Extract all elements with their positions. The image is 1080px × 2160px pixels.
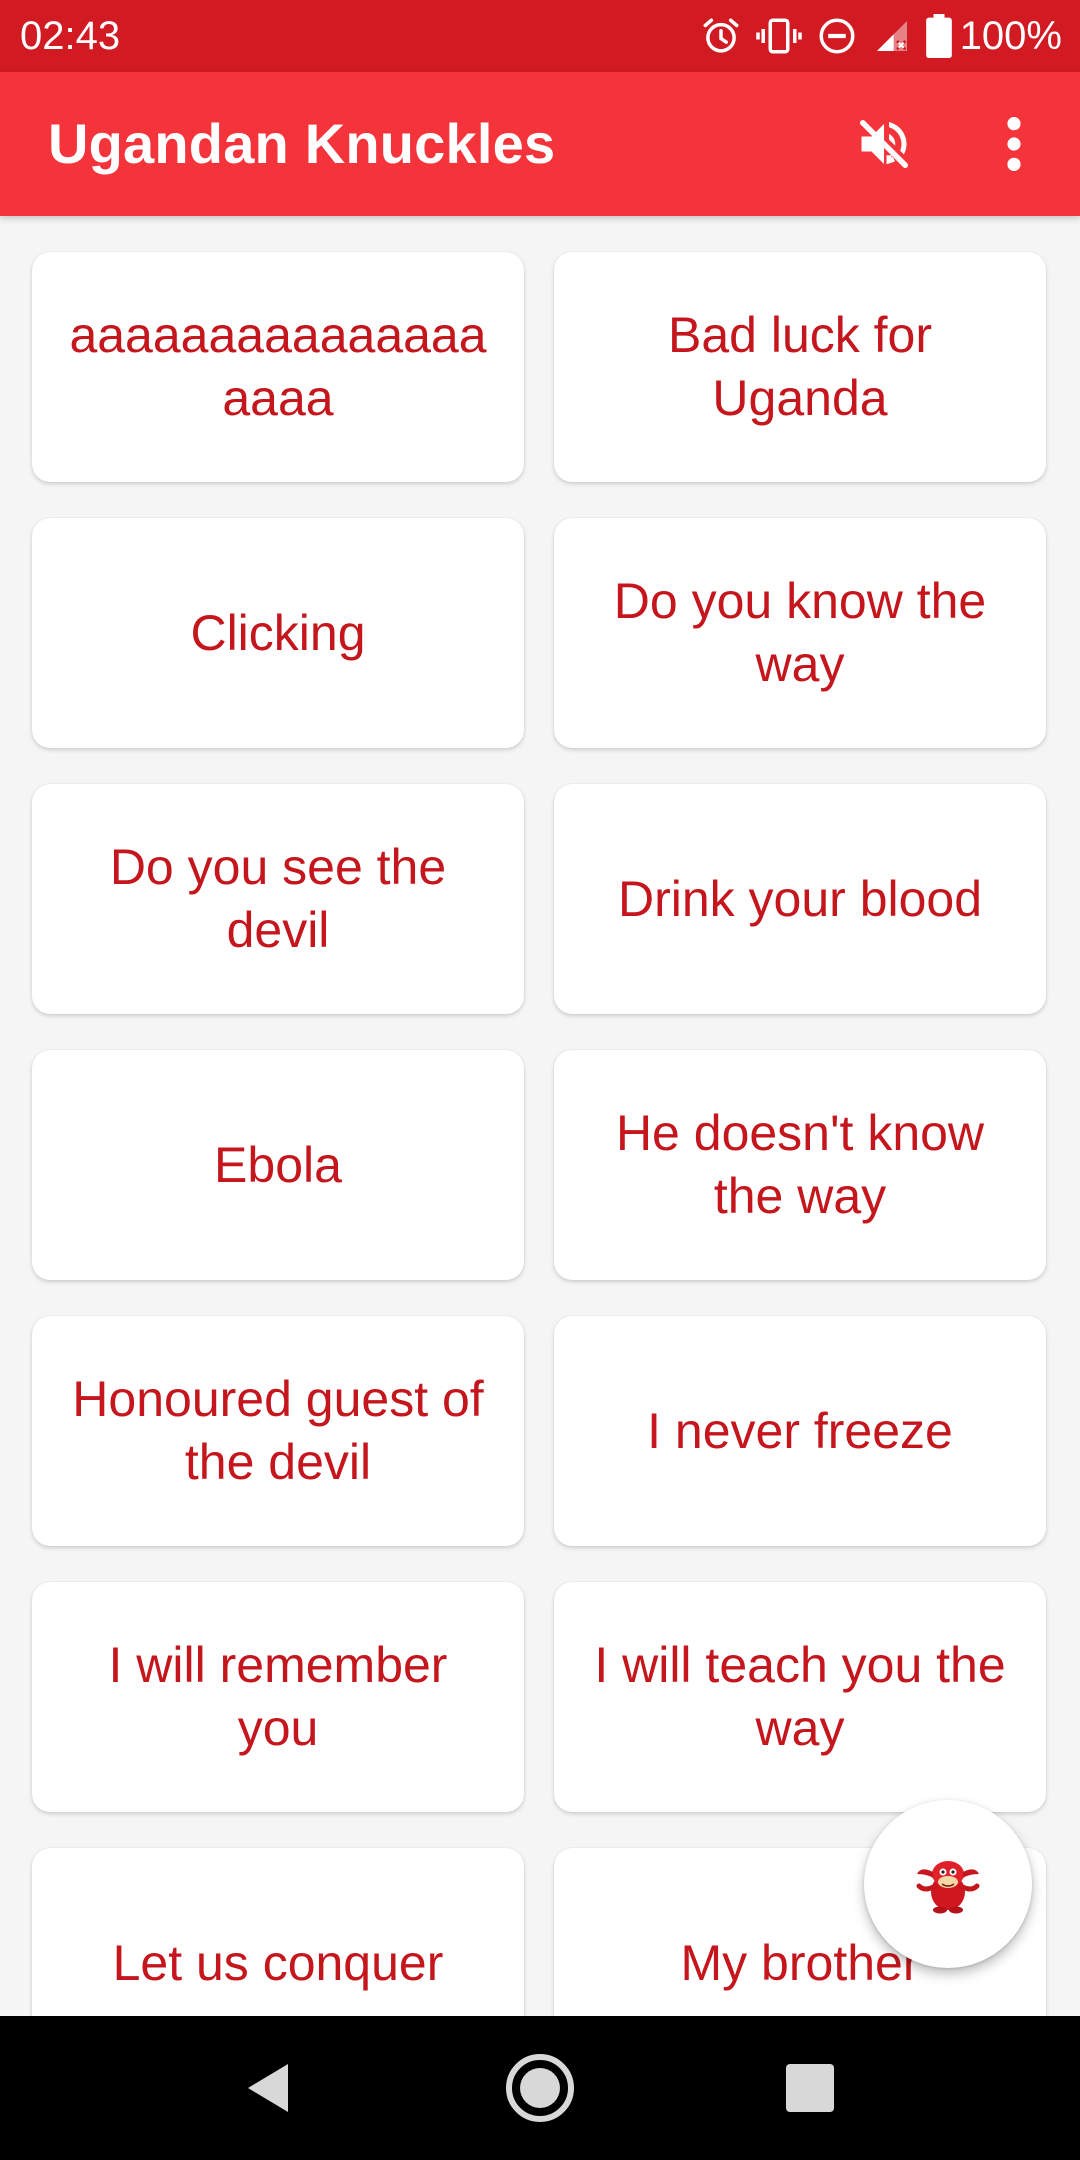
random-sound-fab[interactable]	[864, 1800, 1032, 1968]
overflow-menu-icon	[1007, 117, 1021, 171]
vibrate-icon	[755, 18, 802, 54]
knuckles-icon	[916, 1861, 980, 1914]
sound-card-label: Clicking	[190, 604, 366, 661]
system-navigation-bar	[0, 2016, 1080, 2160]
sound-card-label: Do you see the devil	[109, 839, 447, 958]
sound-card-label: Ebola	[214, 1136, 342, 1193]
status-icons: 100%	[686, 0, 1062, 72]
recents-icon	[786, 2064, 834, 2112]
recents-button[interactable]	[738, 2016, 882, 2160]
home-button[interactable]	[468, 2016, 612, 2160]
sound-card[interactable]: Bad luck for Uganda	[554, 252, 1046, 482]
sound-grid: aaaaaaaaaaaaaaaaaaa Bad luck for Uganda …	[0, 216, 1080, 2016]
back-button[interactable]	[196, 2016, 340, 2160]
sound-card-label: I will teach you the way	[594, 1637, 1006, 1756]
battery-icon	[925, 14, 952, 58]
status-time: 02:43	[20, 14, 121, 58]
signal-icon	[876, 21, 907, 51]
sound-card-label: Bad luck for Uganda	[667, 307, 932, 426]
do-not-disturb-icon	[819, 18, 855, 54]
sound-card[interactable]: Do you know the way	[554, 518, 1046, 748]
mute-button[interactable]	[848, 108, 920, 180]
overflow-menu-button[interactable]	[978, 108, 1050, 180]
battery-percentage: 100%	[959, 14, 1062, 58]
sound-card[interactable]: Honoured guest of the devil	[32, 1316, 524, 1546]
sound-card-label: Let us conquer	[112, 1934, 444, 1991]
sound-card[interactable]: Clicking	[32, 518, 524, 748]
alarm-icon	[703, 18, 739, 53]
sound-card[interactable]: He doesn't know the way	[554, 1050, 1046, 1280]
sound-card-label: My brother	[680, 1934, 920, 1991]
mute-icon	[860, 120, 908, 168]
sound-card-label: Honoured guest of the devil	[72, 1371, 484, 1490]
sound-card[interactable]: Do you see the devil	[32, 784, 524, 1014]
sound-card[interactable]: Drink your blood	[554, 784, 1046, 1014]
app-title: Ugandan Knuckles	[48, 112, 556, 175]
sound-card[interactable]: aaaaaaaaaaaaaaaaaaa	[32, 252, 524, 482]
app-bar: Ugandan Knuckles	[0, 72, 1080, 216]
sound-card[interactable]: I will teach you the way	[554, 1582, 1046, 1812]
sound-card-label: Do you know the way	[613, 573, 987, 692]
sound-card[interactable]: Let us conquer	[32, 1848, 524, 2016]
sound-card[interactable]: I will remember you	[32, 1582, 524, 1812]
sound-card[interactable]: I never freeze	[554, 1316, 1046, 1546]
status-bar: 02:43 100%	[0, 0, 1080, 72]
sound-card[interactable]: Ebola	[32, 1050, 524, 1280]
back-icon	[248, 2064, 288, 2112]
sound-card-label: Drink your blood	[617, 870, 983, 927]
sound-card-label: aaaaaaaaaaaaaaaaaaa	[69, 307, 487, 426]
home-icon	[506, 2054, 574, 2122]
sound-card-label: I never freeze	[647, 1402, 953, 1459]
sound-card-label: He doesn't know the way	[615, 1105, 985, 1224]
sound-card-label: I will remember you	[108, 1637, 448, 1756]
